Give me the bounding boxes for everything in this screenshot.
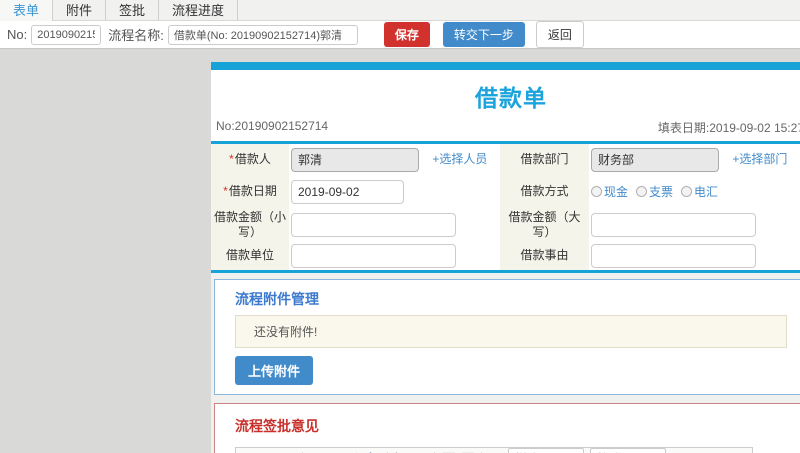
bold-icon[interactable]: B — [242, 449, 259, 453]
required-marker: * — [223, 184, 228, 198]
department-label: 借款部门 — [500, 142, 589, 176]
outdent-icon[interactable] — [440, 449, 457, 453]
loan-date-label: *借款日期 — [211, 175, 289, 208]
back-button[interactable]: 返回 — [535, 21, 584, 48]
panel-header: 借款单 No:20190902152714 填表日期:2019-09-02 15… — [211, 62, 800, 141]
no-attachment-alert: 还没有附件! — [235, 314, 787, 348]
process-name-label: 流程名称: — [108, 28, 164, 43]
page-title: 借款单 — [475, 85, 547, 111]
loan-method-radio-group: 现金 支票 电汇 — [591, 183, 800, 200]
accent-bar — [211, 62, 800, 70]
doc-info-row: No:20190902152714 填表日期:2019-09-02 15:27:… — [211, 113, 800, 141]
loan-form-panel: 借款单 No:20190902152714 填表日期:2019-09-02 15… — [211, 62, 800, 453]
select-department-link[interactable]: +选择部门 — [732, 152, 787, 166]
process-name-input[interactable] — [167, 24, 358, 45]
forward-next-step-button[interactable]: 转交下一步 — [442, 22, 525, 47]
editor-toolbar: B I abc 12 — [236, 447, 752, 453]
department-input[interactable] — [591, 147, 719, 172]
bulleted-list-icon[interactable] — [412, 449, 429, 453]
method-option-cash[interactable]: 现金 — [591, 183, 628, 200]
upload-attachment-button[interactable]: 上传附件 — [235, 355, 314, 385]
remove-format-icon[interactable] — [308, 449, 325, 453]
attachment-section: 流程附件管理 还没有附件! 上传附件 — [214, 278, 800, 395]
italic-icon[interactable]: I — [261, 449, 278, 453]
anchor-flag-icon[interactable] — [365, 449, 382, 453]
loan-date-input[interactable] — [291, 179, 404, 204]
tab-attachments[interactable]: 附件 — [53, 0, 107, 21]
cash-radio[interactable] — [591, 186, 602, 197]
required-marker: * — [229, 152, 234, 167]
tab-process-progress[interactable]: 流程进度 — [159, 0, 239, 21]
loan-reason-input[interactable] — [591, 243, 756, 268]
command-bar: No: 流程名称: 保存 转交下一步 返回 — [0, 21, 800, 49]
cheque-radio[interactable] — [636, 186, 648, 197]
tab-form[interactable]: 表单 — [0, 0, 54, 21]
amount-uppercase-input[interactable] — [591, 212, 756, 237]
strikethrough-icon[interactable]: abc — [280, 449, 297, 453]
link-icon[interactable] — [327, 449, 344, 453]
doc-no-text: No:20190902152714 — [216, 119, 329, 133]
approval-section-heading: 流程签批意见 — [235, 417, 319, 434]
attachment-section-heading: 流程附件管理 — [235, 290, 319, 307]
method-option-wire[interactable]: 电汇 — [681, 183, 718, 200]
borrower-label: *借款人 — [211, 142, 289, 176]
amount-lowercase-label: 借款金额（小写） — [211, 207, 289, 242]
save-button[interactable]: 保存 — [383, 22, 430, 47]
borrower-input[interactable] — [291, 147, 419, 172]
loan-method-label: 借款方式 — [500, 175, 589, 208]
format-dropdown[interactable]: 格式 ▼ — [590, 448, 666, 453]
numbered-list-icon[interactable]: 12 — [393, 449, 410, 453]
doc-date-text: 填表日期:2019-09-02 15:27:1 — [657, 121, 800, 135]
approval-section: 流程签批意见 B I abc — [214, 402, 800, 453]
blockquote-icon[interactable]: ” — [487, 449, 504, 453]
loan-unit-label: 借款单位 — [211, 241, 289, 271]
tab-approval[interactable]: 签批 — [106, 0, 160, 21]
loan-form-table: *借款人 +选择人员 借款部门 +选择部门 *借款日期 借款方式 — [211, 141, 800, 273]
amount-uppercase-label: 借款金额（大写） — [500, 207, 589, 242]
wire-transfer-radio[interactable] — [681, 186, 693, 197]
rich-text-editor: B I abc 12 — [235, 446, 753, 453]
select-person-link[interactable]: +选择人员 — [432, 152, 487, 166]
tab-bar: 表单 附件 签批 流程进度 — [0, 0, 800, 21]
method-option-cheque[interactable]: 支票 — [636, 183, 673, 200]
loan-reason-label: 借款事由 — [500, 241, 589, 271]
styles-dropdown[interactable]: 样式 ▼ — [508, 448, 584, 453]
loan-unit-input[interactable] — [291, 243, 456, 268]
no-input[interactable] — [31, 24, 102, 45]
unlink-icon[interactable] — [346, 449, 363, 453]
indent-icon[interactable] — [459, 449, 476, 453]
amount-lowercase-input[interactable] — [291, 212, 456, 237]
no-label: No: — [7, 27, 28, 42]
